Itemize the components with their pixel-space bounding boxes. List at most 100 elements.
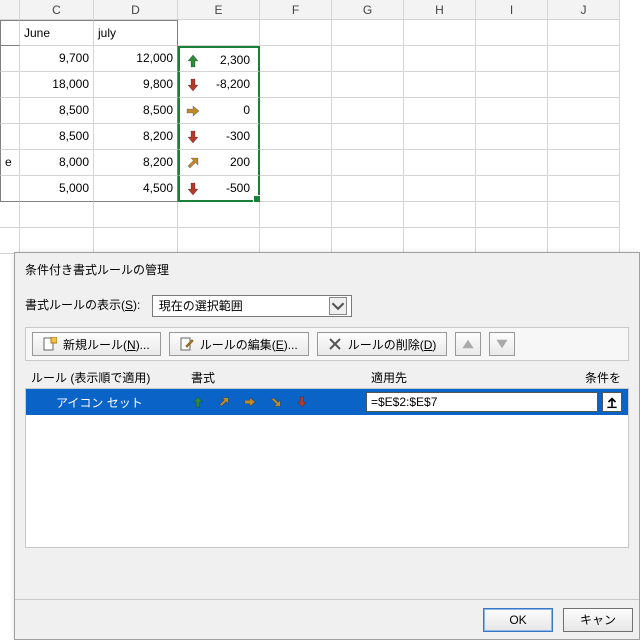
ok-button[interactable]: OK [483, 608, 553, 632]
cell[interactable]: 9,800 [94, 72, 178, 98]
cell[interactable] [0, 176, 20, 202]
cell[interactable]: e [0, 150, 20, 176]
cell[interactable] [404, 202, 476, 228]
cell[interactable] [332, 98, 404, 124]
cell[interactable] [548, 72, 620, 98]
cell[interactable]: 2,300 [178, 46, 260, 72]
cell[interactable] [94, 228, 178, 254]
cell[interactable] [404, 20, 476, 46]
collapse-range-button[interactable] [602, 392, 622, 412]
cell[interactable]: 8,200 [94, 124, 178, 150]
cell[interactable]: -500 [178, 176, 260, 202]
cell[interactable] [332, 150, 404, 176]
cell[interactable] [404, 124, 476, 150]
cell[interactable] [548, 228, 620, 254]
cell[interactable] [404, 176, 476, 202]
cell[interactable]: -8,200 [178, 72, 260, 98]
cell[interactable] [178, 20, 260, 46]
cell[interactable] [94, 202, 178, 228]
cell[interactable] [548, 124, 620, 150]
cell[interactable] [476, 98, 548, 124]
cell[interactable]: 9,700 [20, 46, 94, 72]
cell[interactable] [260, 228, 332, 254]
scope-select[interactable]: 現在の選択範囲 [152, 295, 352, 317]
cell[interactable] [548, 98, 620, 124]
cell[interactable] [404, 150, 476, 176]
new-rule-button[interactable]: 新規ルール(N)... [32, 332, 161, 356]
cell[interactable] [476, 20, 548, 46]
move-up-button[interactable] [455, 332, 481, 356]
cell[interactable]: 200 [178, 150, 260, 176]
cell[interactable]: 0 [178, 98, 260, 124]
cell[interactable]: 8,500 [20, 98, 94, 124]
cell[interactable] [548, 20, 620, 46]
cell[interactable] [178, 202, 260, 228]
cell[interactable]: july [94, 20, 178, 46]
col-header-H[interactable]: H [404, 0, 476, 20]
cell[interactable] [476, 228, 548, 254]
rules-list[interactable]: アイコン セット [25, 388, 629, 548]
cell[interactable] [260, 202, 332, 228]
cell[interactable] [476, 150, 548, 176]
col-header-J[interactable]: J [548, 0, 620, 20]
cell[interactable]: 5,000 [20, 176, 94, 202]
cell[interactable] [260, 176, 332, 202]
cell[interactable] [0, 202, 20, 228]
cell[interactable] [332, 202, 404, 228]
col-header-E[interactable]: E [178, 0, 260, 20]
cell[interactable]: -300 [178, 124, 260, 150]
cell[interactable]: 8,200 [94, 150, 178, 176]
cell[interactable] [548, 46, 620, 72]
col-header-F[interactable]: F [260, 0, 332, 20]
rule-row[interactable]: アイコン セット [26, 389, 628, 415]
cell[interactable] [260, 98, 332, 124]
cell[interactable] [260, 46, 332, 72]
cancel-button[interactable]: キャン [563, 608, 633, 632]
cell[interactable] [0, 124, 20, 150]
cell[interactable] [0, 20, 20, 46]
applies-to-input[interactable] [366, 392, 598, 412]
cell[interactable] [20, 202, 94, 228]
cell[interactable]: June [20, 20, 94, 46]
delete-rule-button[interactable]: ルールの削除(D) [317, 332, 448, 356]
cell[interactable] [332, 176, 404, 202]
col-header-I[interactable]: I [476, 0, 548, 20]
cell[interactable] [260, 72, 332, 98]
col-header-G[interactable]: G [332, 0, 404, 20]
cell[interactable] [260, 20, 332, 46]
cell[interactable] [404, 46, 476, 72]
cell[interactable] [404, 98, 476, 124]
cell[interactable]: 8,500 [94, 98, 178, 124]
col-header-stub[interactable] [0, 0, 20, 20]
cell[interactable] [476, 124, 548, 150]
cell[interactable] [178, 228, 260, 254]
cell[interactable] [476, 72, 548, 98]
cell[interactable] [0, 228, 20, 254]
col-header-D[interactable]: D [94, 0, 178, 20]
cell[interactable] [476, 46, 548, 72]
cell[interactable] [404, 72, 476, 98]
cell[interactable] [0, 46, 20, 72]
cell[interactable] [332, 124, 404, 150]
cell[interactable] [332, 72, 404, 98]
col-header-C[interactable]: C [20, 0, 94, 20]
cell[interactable]: 12,000 [94, 46, 178, 72]
cell[interactable] [476, 176, 548, 202]
cell[interactable] [548, 176, 620, 202]
cell[interactable] [548, 150, 620, 176]
cell[interactable] [476, 202, 548, 228]
edit-rule-button[interactable]: ルールの編集(E)... [169, 332, 309, 356]
move-down-button[interactable] [489, 332, 515, 356]
cell[interactable] [404, 228, 476, 254]
cell[interactable] [260, 150, 332, 176]
cell[interactable] [332, 46, 404, 72]
cell[interactable]: 8,500 [20, 124, 94, 150]
cell[interactable] [548, 202, 620, 228]
cell[interactable] [260, 124, 332, 150]
cell[interactable]: 4,500 [94, 176, 178, 202]
cell[interactable]: 18,000 [20, 72, 94, 98]
cell[interactable] [332, 20, 404, 46]
cell[interactable] [20, 228, 94, 254]
cell[interactable] [0, 98, 20, 124]
cell[interactable] [0, 72, 20, 98]
